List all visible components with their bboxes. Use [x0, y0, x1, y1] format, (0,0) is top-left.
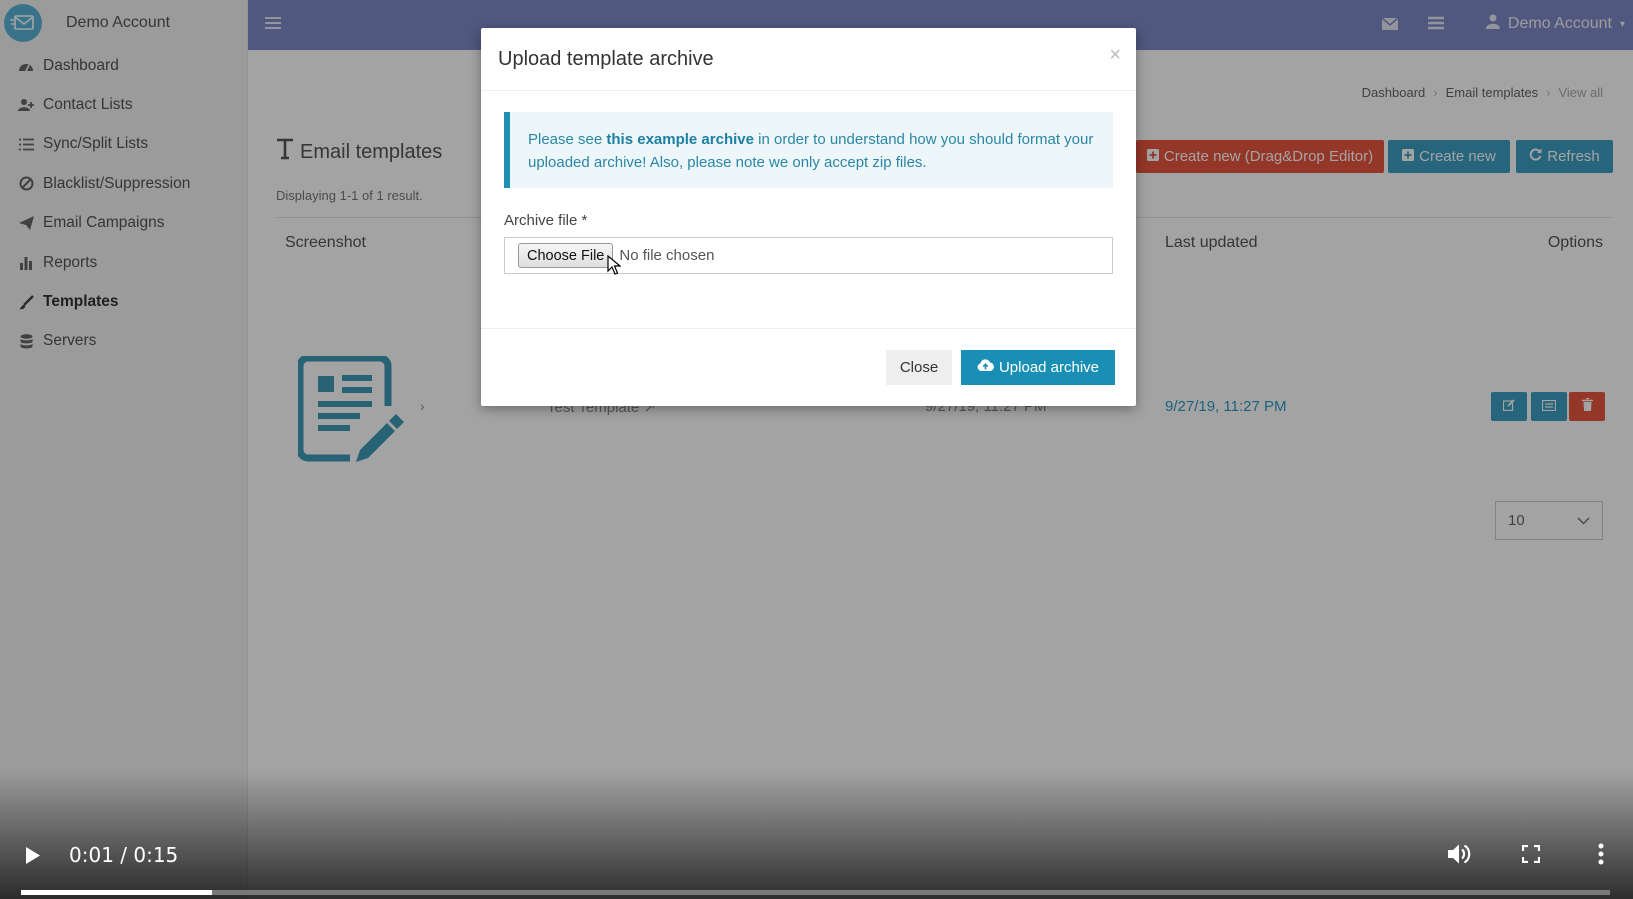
archive-file-label: Archive file * [504, 212, 588, 229]
modal-header-divider [481, 90, 1136, 91]
more-options-icon[interactable] [1598, 843, 1604, 870]
play-icon[interactable] [25, 846, 41, 870]
close-button[interactable]: Close [886, 350, 952, 385]
modal-footer-divider [481, 328, 1136, 329]
video-progress-track[interactable] [21, 890, 1610, 895]
upload-template-modal: Upload template archive × Please see thi… [481, 28, 1136, 406]
modal-title: Upload template archive [498, 48, 714, 70]
no-file-chosen-text: No file chosen [619, 247, 715, 264]
volume-icon[interactable] [1447, 843, 1471, 870]
fullscreen-icon[interactable] [1521, 844, 1541, 868]
cloud-upload-icon [977, 359, 994, 376]
info-callout: Please see this example archive in order… [504, 112, 1113, 188]
video-controls-bar [0, 770, 1633, 899]
archive-file-input[interactable]: Choose File No file chosen [504, 237, 1113, 274]
upload-archive-label: Upload archive [998, 359, 1100, 376]
info-text-pre: Please see [528, 131, 607, 148]
video-progress-fill [21, 890, 212, 895]
upload-archive-button[interactable]: Upload archive [961, 350, 1115, 385]
mouse-cursor-icon [607, 254, 622, 280]
choose-file-button[interactable]: Choose File [518, 243, 614, 268]
video-time: 0:01 / 0:15 [69, 843, 179, 867]
example-archive-link[interactable]: this example archive [606, 131, 754, 148]
modal-close-icon[interactable]: × [1109, 44, 1121, 67]
